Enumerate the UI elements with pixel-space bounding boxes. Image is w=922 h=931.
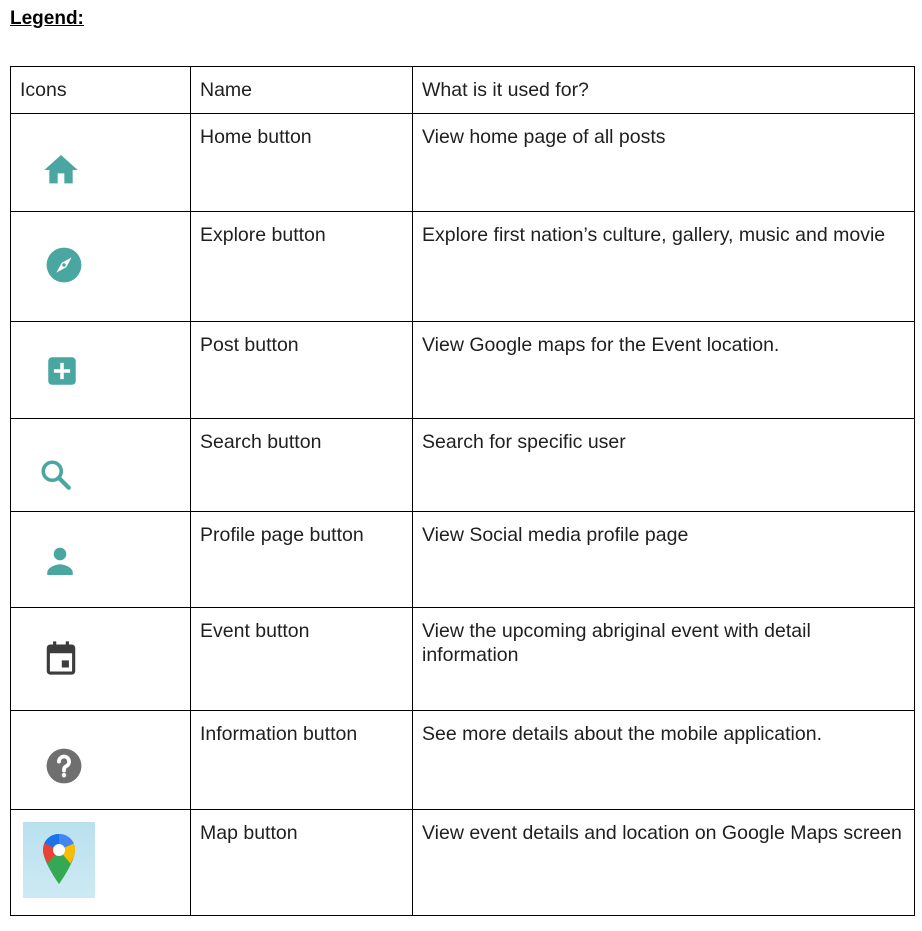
row-name: Information button [190,710,413,810]
row-name: Event button [190,607,413,711]
column-header-name: Name [190,66,413,114]
icon-cell [10,511,191,608]
row-use: Explore first nation’s culture, gallery,… [412,211,915,322]
row-name: Home button [190,113,413,212]
table-row: Post button View Google maps for the Eve… [10,321,915,419]
row-name: Search button [190,418,413,512]
column-header-use: What is it used for? [412,66,915,114]
icon-cell [10,113,191,212]
table-header-row: Icons Name What is it used for? [10,66,915,114]
row-use: Search for specific user [412,418,915,512]
add-post-icon [47,356,77,386]
icon-cell [10,418,191,512]
home-icon [39,150,83,190]
row-use: View the upcoming abriginal event with d… [412,607,915,711]
calendar-event-icon [42,638,80,678]
column-header-icons: Icons [10,66,191,114]
table-row: Explore button Explore first nation’s cu… [10,211,915,322]
table-row: Map button View event details and locati… [10,809,915,916]
table-row: Search button Search for specific user [10,418,915,512]
row-use: View home page of all posts [412,113,915,212]
icon-cell [10,321,191,419]
row-name: Map button [190,809,413,916]
row-use: See more details about the mobile applic… [412,710,915,810]
row-name: Explore button [190,211,413,322]
icon-cell [10,607,191,711]
legend-table: Icons Name What is it used for? Home but… [10,66,915,916]
row-name: Profile page button [190,511,413,608]
table-row: Home button View home page of all posts [10,113,915,212]
legend-heading: Legend: [10,8,84,29]
row-use: View event details and location on Googl… [412,809,915,916]
row-use: View Social media profile page [412,511,915,608]
row-use: View Google maps for the Event location. [412,321,915,419]
profile-person-icon [42,542,78,578]
row-name: Post button [190,321,413,419]
icon-cell [10,809,191,916]
help-question-icon [45,747,83,785]
table-row: Profile page button View Social media pr… [10,511,915,608]
explore-compass-icon [45,246,83,284]
table-row: Event button View the upcoming abriginal… [10,607,915,711]
google-maps-pin-icon [23,822,95,898]
search-icon [38,457,74,493]
icon-cell [10,710,191,810]
table-row: Information button See more details abou… [10,710,915,810]
icon-cell [10,211,191,322]
